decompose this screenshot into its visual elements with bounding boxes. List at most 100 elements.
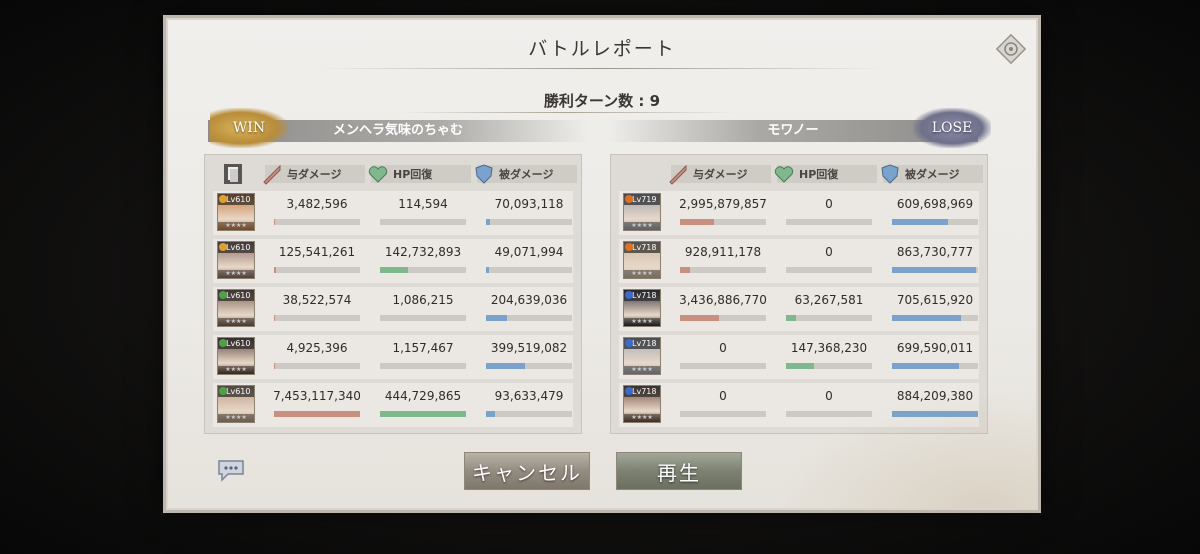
bar-damage <box>680 267 766 273</box>
bar-fill-taken <box>486 267 490 273</box>
battle-report-panel: バトルレポート 勝利ターン数 : 9 メンヘラ気味のちゃむ モワノー WIN L… <box>166 18 1038 510</box>
value-taken: 884,209,380 <box>896 389 974 403</box>
bar-damage <box>680 411 766 417</box>
rarity-stars-icon: ★★★★ <box>624 222 660 230</box>
bar-fill-taken <box>892 315 961 321</box>
header-damage: 与ダメージ <box>669 164 771 185</box>
value-heal: 1,086,215 <box>392 293 454 307</box>
rarity-stars-icon: ★★★★ <box>218 366 254 374</box>
bar-damage <box>274 315 360 321</box>
help-icon[interactable] <box>996 34 1026 64</box>
header-heal-label: HP回復 <box>799 168 839 181</box>
shield-icon <box>881 164 899 184</box>
bar-fill-damage <box>680 219 715 225</box>
unit-avatar[interactable]: Lv718 ★★★★ <box>623 337 661 375</box>
unit-row: Lv718 ★★★★ 0 147,368,230 699,590,011 <box>619 335 979 379</box>
rarity-stars-icon: ★★★★ <box>624 270 660 278</box>
value-damage: 7,453,117,340 <box>273 389 361 403</box>
element-icon <box>625 291 633 299</box>
bar-taken <box>486 315 572 321</box>
value-taken: 609,698,969 <box>896 197 974 211</box>
unit-avatar[interactable]: Lv610 ★★★★ <box>217 289 255 327</box>
bar-taken <box>892 315 978 321</box>
rarity-stars-icon: ★★★★ <box>218 270 254 278</box>
unit-avatar[interactable]: Lv718 ★★★★ <box>623 385 661 423</box>
copy-icon[interactable] <box>223 163 243 185</box>
bar-fill-damage <box>680 315 719 321</box>
element-icon <box>219 387 227 395</box>
bar-fill-taken <box>892 219 948 225</box>
bar-heal <box>786 267 872 273</box>
unit-row: Lv610 ★★★★ 4,925,396 1,157,467 399,519,082 <box>213 335 573 379</box>
element-icon <box>219 195 227 203</box>
left-team-table: 与ダメージ HP回復 被ダメージ Lv610 ★★★★ 3,482,596 114,5… <box>204 154 582 434</box>
bar-fill-taken <box>892 411 978 417</box>
bar-damage <box>274 411 360 417</box>
value-heal: 0 <box>825 389 833 403</box>
unit-avatar[interactable]: Lv718 ★★★★ <box>623 289 661 327</box>
bar-heal <box>380 411 466 417</box>
bar-fill-damage <box>274 267 276 273</box>
cancel-button[interactable]: キャンセル <box>464 452 590 490</box>
header-taken: 被ダメージ <box>475 164 577 184</box>
element-icon <box>625 387 633 395</box>
element-icon <box>625 339 633 347</box>
rarity-stars-icon: ★★★★ <box>218 414 254 422</box>
bar-damage <box>680 219 766 225</box>
unit-row: Lv718 ★★★★ 928,911,178 0 863,730,777 <box>619 239 979 283</box>
unit-row: Lv718 ★★★★ 0 0 884,209,380 <box>619 383 979 427</box>
unit-avatar[interactable]: Lv610 ★★★★ <box>217 337 255 375</box>
heart-icon <box>774 166 794 183</box>
bar-taken <box>892 219 978 225</box>
play-button[interactable]: 再生 <box>616 452 742 490</box>
unit-avatar[interactable]: Lv610 ★★★★ <box>217 241 255 279</box>
unit-avatar[interactable]: Lv718 ★★★★ <box>623 241 661 279</box>
value-taken: 699,590,011 <box>896 341 974 355</box>
unit-row: Lv610 ★★★★ 7,453,117,340 444,729,865 93,633,… <box>213 383 573 427</box>
rarity-stars-icon: ★★★★ <box>624 414 660 422</box>
unit-avatar[interactable]: Lv719 ★★★★ <box>623 193 661 231</box>
unit-avatar[interactable]: Lv610 ★★★★ <box>217 193 255 231</box>
bar-damage <box>274 267 360 273</box>
bar-fill-damage <box>274 411 360 417</box>
value-taken: 863,730,777 <box>896 245 974 259</box>
bar-heal <box>786 411 872 417</box>
element-icon <box>625 195 633 203</box>
value-damage: 0 <box>719 341 727 355</box>
header-taken-label: 被ダメージ <box>905 168 960 181</box>
bar-fill-heal <box>380 267 408 273</box>
value-heal: 444,729,865 <box>384 389 462 403</box>
turns-divider <box>398 112 736 113</box>
unit-row: Lv610 ★★★★ 38,522,574 1,086,215 204,639,036 <box>213 287 573 331</box>
value-damage: 3,482,596 <box>286 197 348 211</box>
bar-fill-heal <box>786 315 797 321</box>
unit-avatar[interactable]: Lv610 ★★★★ <box>217 385 255 423</box>
value-heal: 0 <box>825 245 833 259</box>
value-heal: 147,368,230 <box>790 341 868 355</box>
rarity-stars-icon: ★★★★ <box>218 318 254 326</box>
heart-icon <box>368 166 388 183</box>
value-damage: 3,436,886,770 <box>679 293 767 307</box>
bar-heal <box>786 363 872 369</box>
bar-damage <box>680 315 766 321</box>
chat-icon[interactable] <box>216 458 246 482</box>
value-damage: 2,995,879,857 <box>679 197 767 211</box>
unit-row: Lv719 ★★★★ 2,995,879,857 0 609,698,969 <box>619 191 979 235</box>
value-damage: 928,911,178 <box>684 245 762 259</box>
value-taken: 399,519,082 <box>490 341 568 355</box>
element-icon <box>219 243 227 251</box>
rarity-stars-icon: ★★★★ <box>218 222 254 230</box>
title-divider <box>318 68 886 69</box>
header-taken-label: 被ダメージ <box>499 168 554 181</box>
value-damage: 125,541,261 <box>278 245 356 259</box>
value-taken: 93,633,479 <box>494 389 564 403</box>
bar-fill-taken <box>892 363 960 369</box>
bar-fill-heal <box>786 363 814 369</box>
lose-badge: LOSE <box>913 108 991 148</box>
value-heal: 1,157,467 <box>392 341 454 355</box>
page-title: バトルレポート <box>528 38 676 60</box>
value-damage: 0 <box>719 389 727 403</box>
value-heal: 63,267,581 <box>794 293 864 307</box>
bar-fill-taken <box>486 219 491 225</box>
bar-heal <box>786 219 872 225</box>
